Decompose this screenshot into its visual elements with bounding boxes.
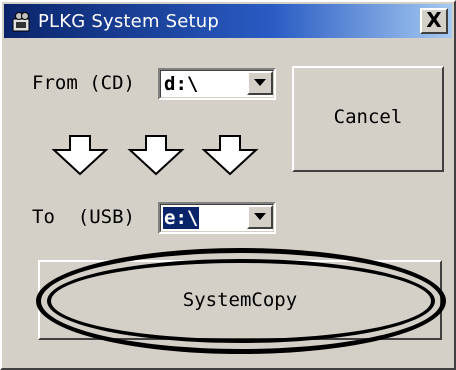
from-drive-value: d:\ <box>164 73 199 95</box>
setup-dialog: PLKG System Setup X From (CD) d:\ Cancel… <box>0 0 456 370</box>
chevron-down-icon <box>254 79 266 86</box>
from-dropdown-button[interactable] <box>247 71 273 95</box>
cancel-label: Cancel <box>333 106 403 128</box>
app-icon <box>12 12 30 32</box>
down-arrow-icon <box>127 135 185 176</box>
to-drive-select[interactable]: e:\ <box>158 202 276 234</box>
to-dropdown-button[interactable] <box>247 205 273 229</box>
from-drive-select[interactable]: d:\ <box>158 68 276 100</box>
cancel-button[interactable]: Cancel <box>292 66 444 172</box>
title-bar[interactable]: PLKG System Setup X <box>4 4 452 38</box>
to-label: To (USB) <box>32 206 135 228</box>
close-icon: X <box>426 8 442 32</box>
highlight-ellipse <box>36 248 446 354</box>
chevron-down-icon <box>254 213 266 220</box>
window-title: PLKG System Setup <box>38 11 219 32</box>
down-arrow-icon <box>51 135 109 176</box>
down-arrow-icon <box>201 135 259 176</box>
close-button[interactable]: X <box>420 8 448 34</box>
from-label: From (CD) <box>32 72 135 94</box>
to-drive-value: e:\ <box>163 207 200 229</box>
